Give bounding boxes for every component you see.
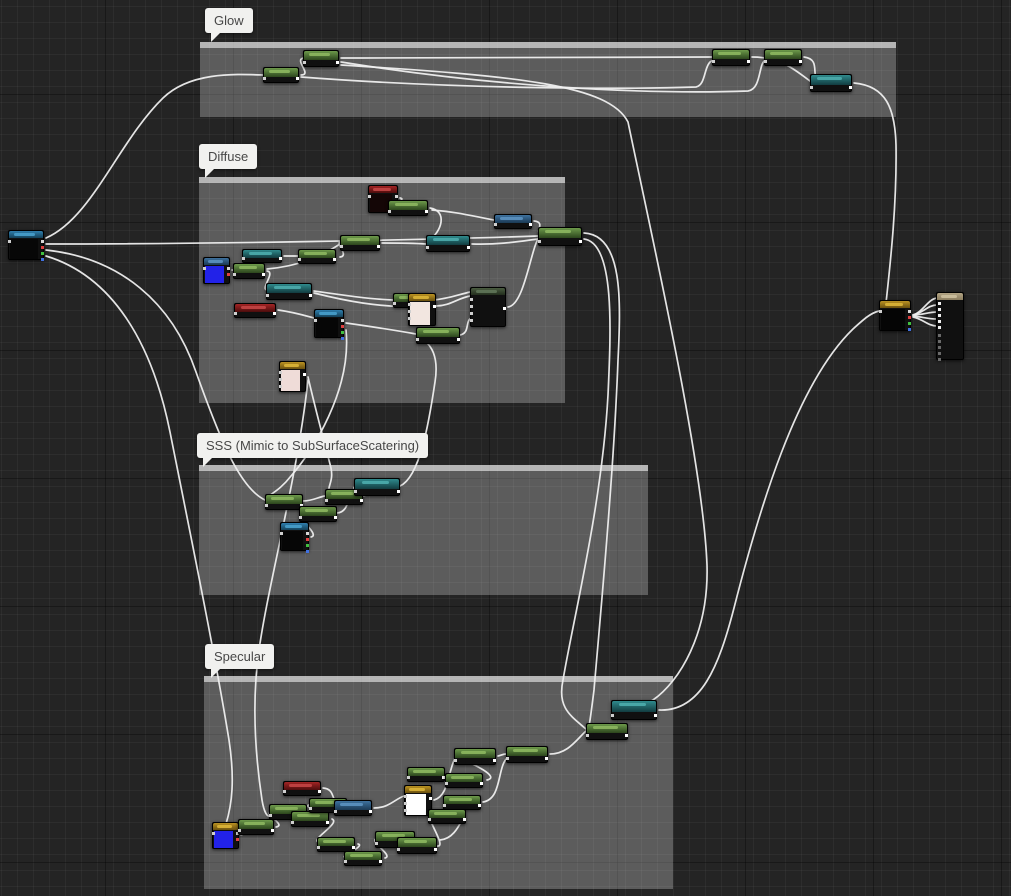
comment-label-diffuse[interactable]: Diffuse — [199, 144, 257, 169]
comment-label-sss[interactable]: SSS (Mimic to SubSurfaceScatering) — [197, 433, 428, 458]
comment-label-tail — [211, 32, 221, 42]
comment-label-tail — [203, 457, 213, 467]
comment-label-tail — [205, 168, 215, 178]
comment-label-glow[interactable]: Glow — [205, 8, 253, 33]
comment-label-tail — [211, 668, 221, 678]
graph-canvas[interactable]: Glow Diffuse SSS (Mimic to SubSurfaceScate… — [0, 0, 1011, 896]
comment-label-specular[interactable]: Specular — [205, 644, 274, 669]
comment-labels-layer: Glow Diffuse SSS (Mimic to SubSurfaceScate… — [0, 0, 1011, 896]
